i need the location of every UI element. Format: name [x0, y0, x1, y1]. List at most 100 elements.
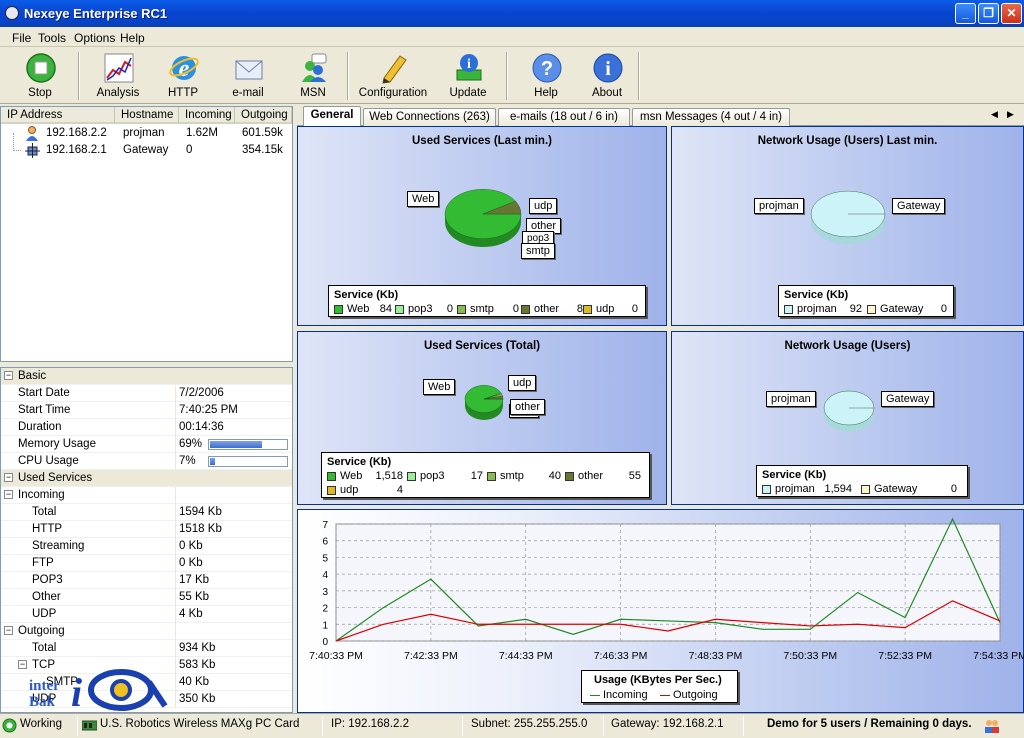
configuration-button[interactable]: Configuration: [358, 50, 428, 102]
svg-text:?: ?: [541, 58, 553, 80]
tab-web-connections[interactable]: Web Connections (263): [363, 108, 496, 126]
stop-button[interactable]: Stop: [10, 50, 70, 102]
http-button[interactable]: e HTTP: [153, 50, 213, 102]
prop-memory-usage: Memory Usage 69%: [1, 436, 292, 453]
update-button[interactable]: i Update: [438, 50, 498, 102]
maximize-button[interactable]: ❐: [978, 3, 999, 24]
collapse-icon[interactable]: −: [4, 490, 13, 499]
tab-general[interactable]: General: [303, 106, 361, 127]
stop-label: Stop: [28, 87, 52, 99]
host-ip: 192.168.2.2: [46, 127, 107, 139]
y-tick-label: 0: [322, 637, 328, 648]
host-row[interactable]: 192.168.2.1 Gateway 0 354.15k: [1, 142, 292, 159]
category-basic[interactable]: − Basic: [1, 368, 292, 385]
window-title: Nexeye Enterprise RC1: [24, 6, 168, 21]
panel-title: Used Services (Total): [423, 340, 541, 352]
prop-pop3: POP3 17 Kb: [1, 572, 292, 589]
memory-usage-bar: [208, 439, 288, 450]
update-icon: i: [456, 54, 482, 81]
about-button[interactable]: i About: [577, 50, 637, 102]
network-card-icon: [82, 720, 97, 731]
used-services-last-min-panel: Used Services (Last min.) Web udp other …: [297, 126, 667, 326]
chart-legend: Service (Kb) projman 92 Gateway 0: [778, 285, 954, 317]
used-services-total-panel: Used Services (Total) Web udp pop3 other…: [297, 331, 667, 505]
x-tick-label: 7:52:33 PM: [878, 650, 932, 662]
tab-emails[interactable]: e-mails (18 out / 6 in): [498, 108, 630, 126]
email-icon: [235, 60, 263, 80]
app-icon[interactable]: [5, 6, 19, 20]
minimize-button[interactable]: _: [955, 3, 976, 24]
tab-msn-messages[interactable]: msn Messages (4 out / 4 in): [632, 108, 790, 126]
chart-legend: Usage (KBytes Per Sec.) Incoming Outgoin…: [581, 670, 738, 703]
prop-cpu-usage: CPU Usage 7%: [1, 453, 292, 470]
status-gateway: Gateway: 192.168.2.1: [611, 718, 724, 730]
msn-label: MSN: [300, 87, 326, 99]
analysis-button[interactable]: Analysis: [88, 50, 148, 102]
category-outgoing[interactable]: − Outgoing: [1, 623, 292, 640]
pie-chart: [823, 390, 875, 432]
status-separator: [743, 716, 744, 736]
y-tick-label: 2: [322, 604, 328, 615]
category-used-services[interactable]: − Used Services: [1, 470, 292, 487]
network-usage-users-panel: Network Usage (Users) projman Gateway Se…: [671, 331, 1024, 505]
host-outgoing: 601.59k: [242, 127, 283, 139]
panel-title: Used Services (Last min.): [412, 135, 552, 147]
collapse-icon[interactable]: −: [4, 626, 13, 635]
tab-scroll-left-icon[interactable]: ◀: [991, 109, 998, 120]
msn-button[interactable]: MSN: [283, 50, 343, 102]
prop-streaming: Streaming 0 Kb: [1, 538, 292, 555]
prop-other: Other 55 Kb: [1, 589, 292, 606]
plot-area: [335, 523, 1001, 642]
x-tick-label: 7:50:33 PM: [783, 650, 837, 662]
x-tick-label: 7:42:33 PM: [404, 650, 458, 662]
legend-title: Usage (KBytes Per Sec.): [594, 674, 722, 686]
y-tick-label: 3: [322, 587, 328, 598]
status-separator: [322, 716, 323, 736]
host-ip: 192.168.2.1: [46, 144, 107, 156]
pie-label-projman: projman: [754, 198, 804, 214]
panel-title: Network Usage (Users) Last min.: [757, 135, 938, 147]
usage-line-chart-panel: 0 1 2 3 4 5 6 7 7:40:33 PM 7:42:33 PM 7:44:33 PM 7:…: [297, 509, 1024, 713]
host-name: Gateway: [123, 144, 169, 156]
status-separator: [603, 716, 604, 736]
menu-tools[interactable]: Tools: [38, 31, 66, 45]
column-ip-address[interactable]: IP Address: [1, 107, 115, 124]
title-bar: Nexeye Enterprise RC1 _ ❐ ✕: [0, 0, 1024, 27]
svg-text:i: i: [71, 670, 82, 713]
x-tick-label: 7:46:33 PM: [594, 650, 648, 662]
toolbar-separator: [506, 52, 508, 100]
collapse-icon[interactable]: −: [18, 660, 27, 669]
column-outgoing[interactable]: Outgoing: [235, 107, 292, 124]
pie-slices: [823, 390, 875, 426]
working-status-icon: [2, 718, 17, 733]
host-row[interactable]: 192.168.2.2 projman 1.62M 601.59k: [1, 125, 292, 142]
category-incoming[interactable]: − Incoming: [1, 487, 292, 504]
pie-slices: [444, 189, 522, 239]
host-incoming: 0: [186, 144, 193, 156]
close-button[interactable]: ✕: [1001, 3, 1022, 24]
menu-file[interactable]: File: [12, 31, 31, 45]
column-incoming[interactable]: Incoming: [179, 107, 235, 124]
help-button[interactable]: ? Help: [516, 50, 576, 102]
status-state: Working: [20, 718, 62, 730]
chart-legend: Service (Kb) projman 1,594 Gateway 0: [756, 465, 968, 497]
legend-title: Service (Kb): [784, 289, 849, 301]
app-window: Nexeye Enterprise RC1 _ ❐ ✕ File Tools O…: [0, 0, 1024, 738]
pie-label-other: other: [510, 399, 546, 415]
menu-bar: File Tools Options Help: [0, 27, 1024, 47]
property-grid[interactable]: − Basic Start Date 7/2/2006 Start Time 7:40…: [0, 367, 293, 713]
pie-label-web: Web: [423, 379, 456, 395]
menu-options[interactable]: Options: [74, 31, 115, 45]
collapse-icon[interactable]: −: [4, 473, 13, 482]
collapse-icon[interactable]: −: [4, 371, 13, 380]
vertical-splitter[interactable]: [293, 106, 296, 713]
tab-scroll-right-icon[interactable]: ▶: [1007, 109, 1014, 120]
y-tick-label: 5: [322, 553, 328, 564]
menu-help[interactable]: Help: [120, 31, 145, 45]
hosts-list[interactable]: IP Address Hostname Incoming Outgoing 19…: [0, 106, 293, 362]
column-hostname[interactable]: Hostname: [115, 107, 179, 124]
email-button[interactable]: e-mail: [218, 50, 278, 102]
analysis-label: Analysis: [96, 87, 140, 99]
stop-icon: [26, 53, 56, 83]
watermark-logo: i interBak: [29, 666, 179, 713]
